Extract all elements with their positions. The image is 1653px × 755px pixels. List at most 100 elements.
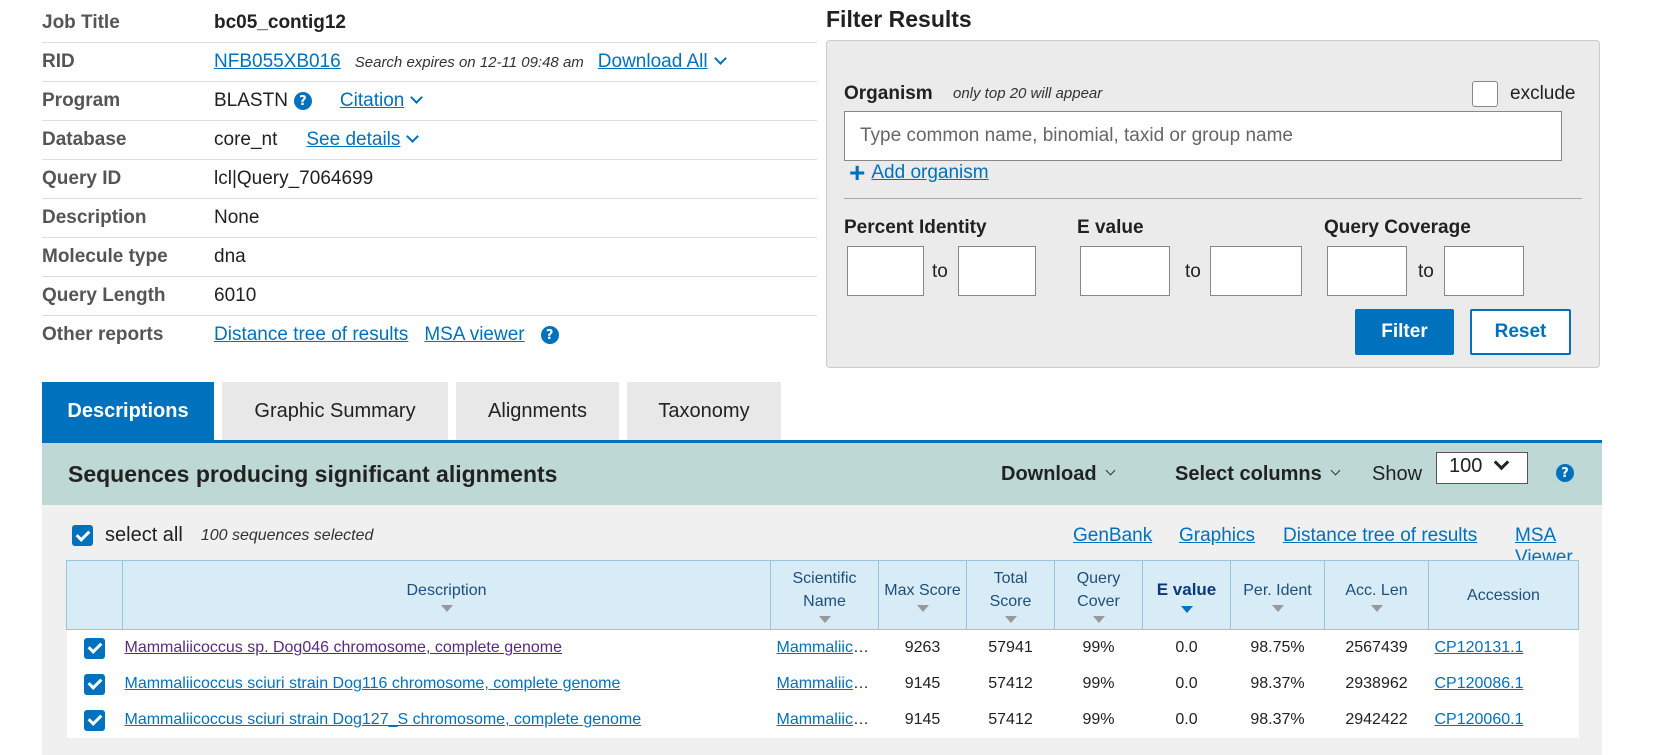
- select-columns-menu[interactable]: Select columns: [1175, 463, 1341, 486]
- scientific-name-cell[interactable]: Mammaliicoccus sciuri: [770, 702, 879, 739]
- accession-cell[interactable]: CP120060.1: [1428, 702, 1579, 739]
- percent-identity-from-input[interactable]: [847, 246, 924, 296]
- max-score-cell: 9145: [878, 702, 967, 739]
- sort-arrow-icon[interactable]: [1180, 605, 1193, 613]
- description-cell[interactable]: Mammaliicoccus sciuri strain Dog127_S ch…: [122, 702, 771, 739]
- reset-button[interactable]: Reset: [1470, 309, 1571, 355]
- acc-len-cell: 2567439: [1324, 629, 1429, 667]
- select-columns-label[interactable]: Select columns: [1175, 463, 1322, 486]
- description-value: None: [214, 207, 260, 228]
- total-score-cell: 57412: [966, 666, 1055, 703]
- download-all-link[interactable]: Download All: [598, 51, 708, 73]
- scientific-name-link[interactable]: Mammaliicoccus sp. Dog046: [777, 639, 879, 656]
- rid-link[interactable]: NFB055XB016: [214, 51, 341, 73]
- column-header-per-ident[interactable]: Per. Ident: [1230, 559, 1325, 631]
- accession-link[interactable]: CP120086.1: [1435, 675, 1524, 692]
- row-checkbox[interactable]: [84, 637, 105, 659]
- sort-arrow-icon[interactable]: [440, 604, 453, 612]
- scientific-name-link[interactable]: Mammaliicoccus sciuri: [777, 711, 879, 728]
- row-checkbox[interactable]: [84, 673, 105, 695]
- column-header-query-cover[interactable]: Query Cover: [1054, 559, 1143, 631]
- sort-arrow-icon[interactable]: [1271, 604, 1284, 612]
- row-checkbox-cell[interactable]: [66, 702, 123, 739]
- show-count-value[interactable]: 100: [1449, 455, 1482, 477]
- query-coverage-to-input[interactable]: [1444, 246, 1524, 296]
- select-all-checkbox[interactable]: [72, 525, 93, 546]
- column-header-total-score[interactable]: Total Score: [966, 559, 1055, 631]
- tab-taxonomy[interactable]: Taxonomy: [627, 382, 781, 440]
- chevron-down-icon[interactable]: [713, 51, 727, 65]
- query-id-value: lcl|Query_7064699: [214, 168, 374, 189]
- scientific-name-link[interactable]: Mammaliicoccus sciuri: [777, 675, 879, 692]
- sort-arrow-icon[interactable]: [1004, 616, 1017, 624]
- sort-arrow-icon[interactable]: [916, 604, 929, 612]
- chevron-down-icon[interactable]: [410, 90, 424, 104]
- accession-cell[interactable]: CP120086.1: [1428, 666, 1579, 703]
- genbank-link[interactable]: GenBank: [1073, 525, 1152, 547]
- select-all-control[interactable]: select all 100 sequences selected: [72, 524, 373, 547]
- job-title-row: Job Title bc05_contig12: [42, 4, 817, 43]
- help-icon[interactable]: ?: [293, 92, 312, 110]
- description-link[interactable]: Mammaliicoccus sciuri strain Dog127_S ch…: [125, 711, 642, 728]
- row-checkbox-cell[interactable]: [66, 666, 123, 703]
- per-ident-cell: 98.37%: [1230, 666, 1325, 703]
- help-icon[interactable]: ?: [1556, 464, 1574, 482]
- see-details-link[interactable]: See details: [306, 129, 400, 151]
- rid-label: RID: [42, 51, 75, 72]
- sort-arrow-icon[interactable]: [1370, 604, 1383, 612]
- chevron-down-icon[interactable]: [406, 129, 420, 143]
- msa-viewer-link[interactable]: MSA viewer: [424, 324, 524, 346]
- molecule-type-label: Molecule type: [42, 246, 168, 267]
- show-count-select[interactable]: 100: [1436, 452, 1528, 484]
- column-header-acc-len[interactable]: Acc. Len: [1324, 559, 1429, 631]
- column-header-select: [66, 559, 123, 631]
- add-organism-button[interactable]: + Add organism: [849, 159, 989, 187]
- download-label[interactable]: Download: [1001, 463, 1097, 486]
- description-cell[interactable]: Mammaliicoccus sciuri strain Dog116 chro…: [122, 666, 771, 703]
- tab-alignments[interactable]: Alignments: [456, 382, 619, 440]
- e-value-to-input[interactable]: [1210, 246, 1302, 296]
- add-organism-link[interactable]: Add organism: [871, 162, 988, 184]
- sort-arrow-icon[interactable]: [818, 616, 831, 624]
- chevron-down-icon[interactable]: [1494, 454, 1510, 471]
- citation-link[interactable]: Citation: [340, 90, 404, 112]
- scientific-name-cell[interactable]: Mammaliicoccus sciuri: [770, 666, 879, 703]
- organism-input[interactable]: Type common name, binomial, taxid or gro…: [844, 111, 1562, 161]
- description-link[interactable]: Mammaliicoccus sciuri strain Dog116 chro…: [125, 675, 621, 692]
- column-header-scientific-name[interactable]: Scientific Name: [770, 559, 879, 631]
- chevron-down-icon[interactable]: [1105, 465, 1115, 475]
- exclude-checkbox[interactable]: exclude: [1472, 81, 1576, 107]
- show-label: Show: [1372, 462, 1423, 485]
- program-value: BLASTN: [214, 90, 288, 111]
- distance-tree-link[interactable]: Distance tree of results: [214, 324, 408, 346]
- accession-link[interactable]: CP120060.1: [1435, 711, 1524, 728]
- query-coverage-from-input[interactable]: [1327, 246, 1407, 296]
- per-ident-cell: 98.75%: [1230, 629, 1325, 667]
- exclude-checkbox-box[interactable]: [1472, 81, 1498, 107]
- tab-descriptions[interactable]: Descriptions: [42, 382, 214, 440]
- select-all-label[interactable]: select all: [105, 524, 183, 547]
- column-header-max-score[interactable]: Max Score: [878, 559, 967, 631]
- graphics-link[interactable]: Graphics: [1179, 525, 1255, 547]
- column-header-e-value[interactable]: E value: [1142, 559, 1231, 631]
- percent-identity-to-input[interactable]: [958, 246, 1036, 296]
- help-icon[interactable]: ?: [540, 326, 559, 344]
- chevron-down-icon[interactable]: [1330, 465, 1341, 475]
- filter-button[interactable]: Filter: [1355, 309, 1454, 355]
- download-menu[interactable]: Download: [1001, 463, 1115, 486]
- description-cell[interactable]: Mammaliicoccus sp. Dog046 chromosome, co…: [122, 629, 771, 667]
- row-checkbox[interactable]: [84, 709, 105, 731]
- e-value-from-input[interactable]: [1080, 246, 1170, 296]
- description-row: Description None: [42, 199, 817, 238]
- selected-count: 100 sequences selected: [200, 526, 374, 544]
- results-title: Sequences producing significant alignmen…: [68, 460, 558, 487]
- description-link[interactable]: Mammaliicoccus sp. Dog046 chromosome, co…: [125, 639, 563, 656]
- accession-link[interactable]: CP120131.1: [1435, 639, 1524, 656]
- row-checkbox-cell[interactable]: [66, 629, 123, 667]
- column-header-description[interactable]: Description: [122, 559, 771, 631]
- sort-arrow-icon[interactable]: [1092, 616, 1105, 624]
- scientific-name-cell[interactable]: Mammaliicoccus sp. Dog046: [770, 629, 879, 667]
- tab-graphic-summary[interactable]: Graphic Summary: [222, 382, 448, 440]
- accession-cell[interactable]: CP120131.1: [1428, 629, 1579, 667]
- distance-tree-results-link[interactable]: Distance tree of results: [1283, 525, 1477, 547]
